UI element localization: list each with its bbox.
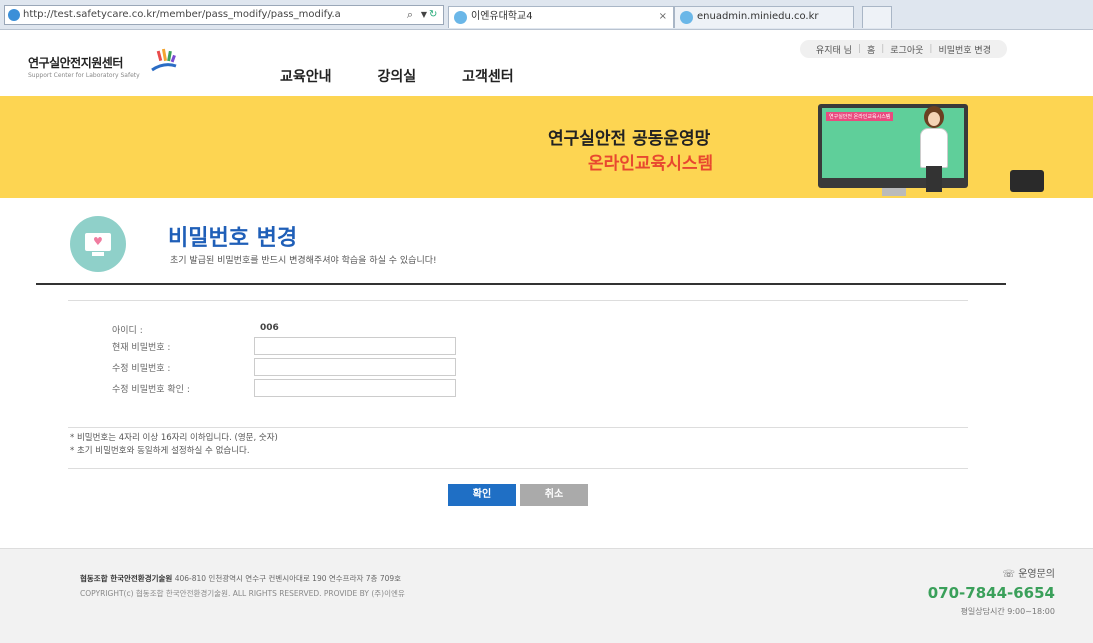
tab-favicon-icon: [680, 11, 693, 24]
ie-icon: [8, 9, 20, 21]
confirm-password-label: 수정 비밀번호 확인 :: [112, 385, 190, 395]
address-url: http://test.safetycare.co.kr/member/pass…: [23, 9, 341, 20]
logout-link[interactable]: 로그아웃: [884, 43, 929, 56]
site-footer: 협동조합 한국안전환경기술원 406-810 인천광역시 연수구 컨벤시아대로 …: [0, 548, 1093, 643]
note-item: * 비밀번호는 4자리 이상 16자리 이하입니다. (영문, 숫자): [70, 433, 278, 443]
monitor-heart-icon: ♥: [70, 216, 126, 272]
notes-divider: [68, 468, 968, 469]
nav-item-classroom[interactable]: 강의실: [378, 66, 417, 86]
home-link[interactable]: 홈: [861, 43, 881, 56]
current-password-row: 현재 비밀번호 :: [112, 340, 254, 353]
logo-text: 연구실안전지원센터: [28, 56, 123, 70]
password-notes: * 비밀번호는 4자리 이상 16자리 이하입니다. (영문, 숫자) * 초기…: [70, 432, 278, 458]
note-item: * 초기 비밀번호와 동일하게 설정하실 수 없습니다.: [70, 446, 250, 456]
new-password-label: 수정 비밀번호 :: [112, 364, 171, 374]
new-tab-button[interactable]: [862, 6, 892, 28]
screen-label: 연구실안전 온라인교육시스템: [826, 112, 894, 121]
page-description: 초기 발급된 비밀번호를 반드시 변경해주셔야 학습을 하실 수 있습니다!: [170, 256, 437, 266]
search-icon[interactable]: ⌕: [407, 6, 413, 24]
chair-illustration: [1010, 170, 1044, 192]
main-nav: 교육안내 강의실 고객센터: [280, 66, 514, 86]
main-content: ♥ 비밀번호 변경 초기 발급된 비밀번호를 반드시 변경해주셔야 학습을 하실…: [8, 198, 1008, 538]
banner-title: 연구실안전 공동운영망: [548, 129, 711, 149]
site-logo[interactable]: 연구실안전지원센터 Support Center for Laboratory …: [28, 48, 177, 79]
new-password-row: 수정 비밀번호 :: [112, 361, 254, 374]
title-divider: [36, 283, 1006, 285]
footer-address: 406-810 인천광역시 연수구 컨벤시아대로 190 연수프라자 7층 70…: [174, 574, 402, 583]
nav-item-customer-center[interactable]: 고객센터: [462, 66, 514, 86]
person-body: [920, 128, 948, 168]
new-password-input[interactable]: [254, 358, 456, 376]
tab-enu-university[interactable]: 이엔유대학교4 ×: [448, 6, 674, 28]
contact-label: 운영문의: [1018, 569, 1055, 580]
monitor-base: [92, 252, 104, 256]
tab-label: enuadmin.miniedu.co.kr: [697, 11, 819, 22]
tab-favicon-icon: [454, 11, 467, 24]
id-value: 006: [260, 323, 279, 333]
footer-contact: ☏ 운영문의 070-7844-6654 평일상담시간 9:00~18:00: [928, 565, 1055, 617]
footer-company-info: 협동조합 한국안전환경기술원 406-810 인천광역시 연수구 컨벤시아대로 …: [80, 573, 401, 584]
person-legs: [926, 166, 942, 192]
password-form: 아이디 : 006 현재 비밀번호 : 수정 비밀번호 : 수정 비밀번호 확인…: [68, 300, 968, 428]
user-greeting: 유지태 님: [815, 45, 852, 56]
current-password-input[interactable]: [254, 337, 456, 355]
tab-label: 이엔유대학교4: [471, 11, 533, 22]
confirm-password-input[interactable]: [254, 379, 456, 397]
id-label: 아이디 :: [112, 326, 143, 336]
logo-mark-icon: [151, 48, 177, 72]
cancel-button[interactable]: 취소: [520, 484, 588, 506]
confirm-button[interactable]: 확인: [448, 484, 516, 506]
tab-enuadmin[interactable]: enuadmin.miniedu.co.kr: [674, 6, 854, 28]
heart-icon: ♥: [93, 235, 103, 248]
footer-company: 협동조합 한국안전환경기술원: [80, 574, 173, 583]
confirm-password-row: 수정 비밀번호 확인 :: [112, 382, 254, 395]
nav-item-education-info[interactable]: 교육안내: [280, 66, 332, 86]
current-password-label: 현재 비밀번호 :: [112, 343, 171, 353]
contact-hours: 평일상담시간 9:00~18:00: [960, 607, 1055, 616]
utility-nav: 유지태 님 | 홈 | 로그아웃 | 비밀번호 변경: [799, 40, 1007, 58]
contact-phone: 070-7844-6654: [927, 584, 1055, 602]
banner-subtitle: 온라인교육시스템: [588, 154, 714, 174]
refresh-icon[interactable]: ↻: [429, 6, 441, 24]
hero-banner: 연구실안전 공동운영망 온라인교육시스템 연구실안전 온라인교육시스템: [0, 96, 1093, 198]
change-password-link[interactable]: 비밀번호 변경: [932, 43, 997, 56]
person-illustration: [910, 106, 960, 194]
logo-subtitle: Support Center for Laboratory Safety: [28, 72, 140, 79]
close-icon[interactable]: ×: [659, 7, 667, 27]
id-row: 아이디 : 006: [112, 323, 279, 336]
footer-copyright: COPYRIGHT(c) 협동조합 한국안전환경기술원. ALL RIGHTS …: [80, 589, 405, 598]
monitor-stand: [882, 188, 906, 196]
person-face: [928, 112, 940, 126]
phone-icon: ☏: [1002, 569, 1015, 580]
page-title: 비밀번호 변경: [168, 226, 298, 251]
contact-heading: ☏ 운영문의: [928, 565, 1055, 580]
address-bar[interactable]: http://test.safetycare.co.kr/member/pass…: [4, 5, 444, 25]
chevron-down-icon[interactable]: ▼: [421, 6, 427, 24]
browser-toolbar: http://test.safetycare.co.kr/member/pass…: [0, 0, 1093, 30]
